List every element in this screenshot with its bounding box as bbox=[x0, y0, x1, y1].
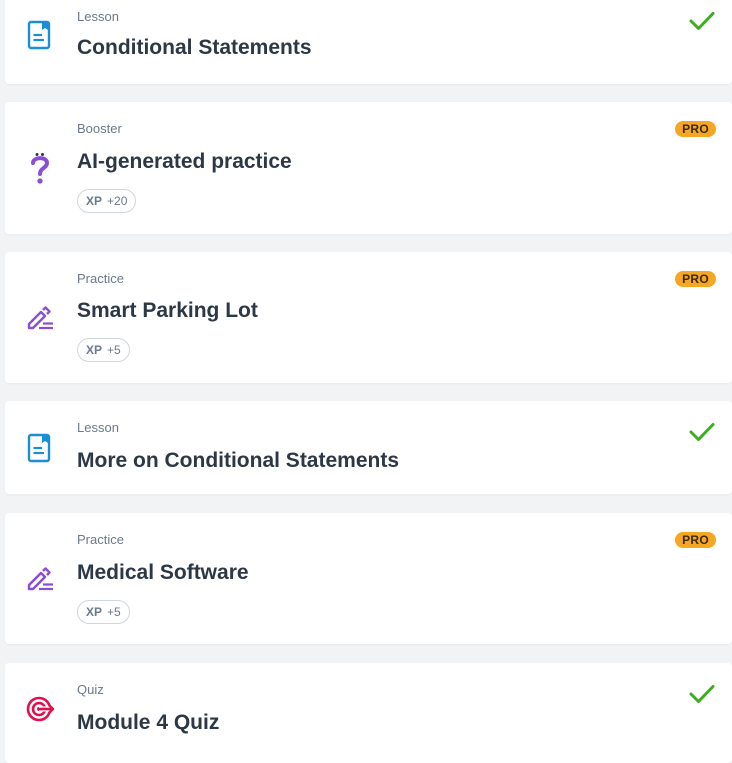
quiz-card-module-4-quiz[interactable]: Quiz Module 4 Quiz bbox=[5, 663, 732, 763]
item-title: Conditional Statements bbox=[77, 36, 312, 59]
item-title: Medical Software bbox=[77, 561, 249, 584]
item-title: AI-generated practice bbox=[77, 150, 292, 173]
checkmark-icon bbox=[689, 12, 715, 30]
xp-label: XP bbox=[86, 343, 103, 357]
item-kind-label: Lesson bbox=[77, 420, 119, 435]
lesson-card-conditional-statements[interactable]: Lesson Conditional Statements bbox=[5, 0, 732, 84]
booster-card-ai-generated-practice[interactable]: Booster AI-generated practice XP +20 PRO bbox=[5, 102, 732, 234]
item-kind-label: Quiz bbox=[77, 682, 104, 697]
item-kind-label: Practice bbox=[77, 532, 124, 547]
pro-badge: PRO bbox=[675, 532, 716, 548]
xp-badge: XP +5 bbox=[77, 338, 130, 362]
practice-card-smart-parking-lot[interactable]: Practice Smart Parking Lot XP +5 PRO bbox=[5, 252, 732, 383]
item-kind-label: Lesson bbox=[77, 9, 119, 24]
xp-label: XP bbox=[86, 194, 103, 208]
checkmark-icon bbox=[689, 423, 715, 441]
pencil-icon bbox=[25, 564, 55, 594]
xp-label: XP bbox=[86, 605, 103, 619]
item-title: Module 4 Quiz bbox=[77, 711, 220, 734]
lesson-doc-icon bbox=[25, 433, 55, 463]
lesson-doc-icon bbox=[25, 20, 55, 50]
checkmark-icon bbox=[689, 685, 715, 703]
xp-value: +20 bbox=[107, 194, 128, 208]
xp-value: +5 bbox=[107, 343, 121, 357]
xp-badge: XP +5 bbox=[77, 600, 130, 624]
xp-value: +5 bbox=[107, 605, 121, 619]
pro-badge: PRO bbox=[675, 121, 716, 137]
pro-badge: PRO bbox=[675, 271, 716, 287]
lesson-card-more-on-conditional-statements[interactable]: Lesson More on Conditional Statements bbox=[5, 401, 732, 494]
item-kind-label: Practice bbox=[77, 271, 124, 286]
item-kind-label: Booster bbox=[77, 121, 122, 136]
xp-badge: XP +20 bbox=[77, 189, 137, 213]
item-title: Smart Parking Lot bbox=[77, 299, 258, 322]
target-icon bbox=[25, 694, 55, 724]
pencil-icon bbox=[25, 303, 55, 333]
question-mark-icon bbox=[25, 153, 55, 184]
practice-card-medical-software[interactable]: Practice Medical Software XP +5 PRO bbox=[5, 513, 732, 644]
item-title: More on Conditional Statements bbox=[77, 449, 400, 472]
